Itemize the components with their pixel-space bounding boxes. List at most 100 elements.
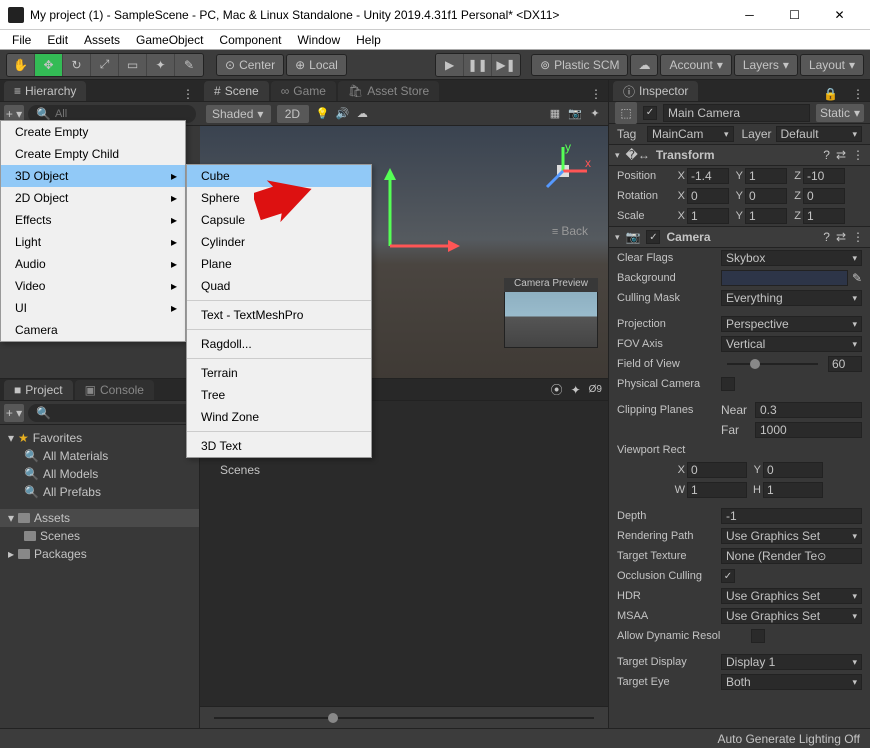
- tab-inspector[interactable]: ⓘ Inspector: [613, 81, 698, 101]
- dynres-checkbox[interactable]: [751, 629, 765, 643]
- tag-dropdown[interactable]: MainCam: [647, 126, 734, 142]
- fov-axis-dropdown[interactable]: Vertical: [721, 336, 862, 352]
- tool-scale[interactable]: ⤢: [91, 54, 119, 76]
- ctx-item-capsule[interactable]: Capsule: [187, 209, 371, 231]
- maximize-button[interactable]: ☐: [772, 1, 817, 29]
- project-hidden-icon[interactable]: Ø9: [589, 384, 602, 395]
- ctx-item-create-empty-child[interactable]: Create Empty Child: [1, 143, 185, 165]
- tab-asset-store[interactable]: 🛍 Asset Store: [338, 81, 439, 101]
- help-icon[interactable]: ?: [823, 148, 830, 162]
- position-x[interactable]: -1.4: [687, 168, 729, 184]
- project-label-icon[interactable]: ✦: [571, 383, 581, 397]
- gameobject-enabled-checkbox[interactable]: ✓: [643, 106, 657, 120]
- ctx-item-wind-zone[interactable]: Wind Zone: [187, 406, 371, 428]
- tab-scene[interactable]: # Scene: [204, 81, 269, 101]
- favorites-header[interactable]: ▾ ★ Favorites: [0, 429, 199, 447]
- ctx-item-text-textmeshpro[interactable]: Text - TextMeshPro: [187, 304, 371, 326]
- far-clip-field[interactable]: 1000: [755, 422, 862, 438]
- pivot-center-button[interactable]: ⊙ Center: [216, 54, 284, 76]
- ctx-item-audio[interactable]: Audio▸: [1, 253, 185, 275]
- rendering-path-dropdown[interactable]: Use Graphics Set: [721, 528, 862, 544]
- camera-icon[interactable]: 📷: [568, 107, 582, 121]
- culling-mask-dropdown[interactable]: Everything: [721, 290, 862, 306]
- occlusion-checkbox[interactable]: ✓: [721, 569, 735, 583]
- layers-dropdown[interactable]: Layers ▾: [734, 54, 798, 76]
- eyedropper-icon[interactable]: ✎: [852, 271, 862, 285]
- minimize-button[interactable]: ─: [727, 1, 772, 29]
- ctx-item-effects[interactable]: Effects▸: [1, 209, 185, 231]
- menu-assets[interactable]: Assets: [76, 31, 128, 49]
- project-zoom-slider[interactable]: [214, 717, 594, 719]
- rotation-z[interactable]: 0: [803, 188, 845, 204]
- projection-dropdown[interactable]: Perspective: [721, 316, 862, 332]
- layout-dropdown[interactable]: Layout ▾: [800, 54, 864, 76]
- ctx-item-video[interactable]: Video▸: [1, 275, 185, 297]
- close-button[interactable]: ✕: [817, 1, 862, 29]
- scale-y[interactable]: 1: [745, 208, 787, 224]
- ctx-item-ragdoll-[interactable]: Ragdoll...: [187, 333, 371, 355]
- project-search-input[interactable]: [55, 407, 188, 419]
- tool-custom[interactable]: ✎: [175, 54, 203, 76]
- component-options-icon[interactable]: ⋮: [852, 230, 864, 244]
- clear-flags-dropdown[interactable]: Skybox: [721, 250, 862, 266]
- layer-dropdown[interactable]: Default: [776, 126, 863, 142]
- fov-field[interactable]: 60: [828, 356, 862, 372]
- position-z[interactable]: -10: [803, 168, 845, 184]
- grid-icon[interactable]: ▦: [548, 107, 562, 121]
- viewport-y[interactable]: 0: [763, 462, 823, 478]
- tab-console[interactable]: ▣ Console: [75, 380, 154, 400]
- pivot-local-button[interactable]: ⊕ Local: [286, 54, 347, 76]
- 2d-toggle[interactable]: 2D: [277, 105, 309, 123]
- target-eye-dropdown[interactable]: Both: [721, 674, 862, 690]
- menu-help[interactable]: Help: [348, 31, 389, 49]
- account-dropdown[interactable]: Account ▾: [660, 54, 731, 76]
- ctx-item-light[interactable]: Light▸: [1, 231, 185, 253]
- viewport-x[interactable]: 0: [687, 462, 747, 478]
- preset-icon[interactable]: ⇄: [836, 148, 846, 162]
- tool-hand[interactable]: ✋: [7, 54, 35, 76]
- fov-slider[interactable]: [727, 363, 818, 365]
- ctx-item-2d-object[interactable]: 2D Object▸: [1, 187, 185, 209]
- assets-scenes[interactable]: Scenes: [0, 527, 199, 545]
- hierarchy-options-icon[interactable]: ⋮: [176, 87, 200, 101]
- step-button[interactable]: ▶❚: [492, 54, 520, 76]
- camera-enabled-checkbox[interactable]: ✓: [646, 230, 660, 244]
- scale-x[interactable]: 1: [687, 208, 729, 224]
- hdr-dropdown[interactable]: Use Graphics Set: [721, 588, 862, 604]
- hierarchy-search-input[interactable]: [55, 108, 188, 120]
- menu-component[interactable]: Component: [211, 31, 289, 49]
- scene-options-icon[interactable]: ⋮: [584, 87, 608, 101]
- camera-header[interactable]: ▾📷 ✓ Camera ? ⇄ ⋮: [609, 226, 870, 248]
- tab-game[interactable]: ∞ Game: [271, 81, 336, 101]
- menu-file[interactable]: File: [4, 31, 39, 49]
- gizmos-icon[interactable]: ✦: [588, 107, 602, 121]
- near-clip-field[interactable]: 0.3: [755, 402, 862, 418]
- preset-icon[interactable]: ⇄: [836, 230, 846, 244]
- menu-gameobject[interactable]: GameObject: [128, 31, 211, 49]
- shading-dropdown[interactable]: Shaded ▾: [206, 105, 271, 123]
- tool-transform[interactable]: ✦: [147, 54, 175, 76]
- move-gizmo[interactable]: [370, 166, 460, 256]
- audio-icon[interactable]: 🔊: [335, 107, 349, 121]
- ctx-item-3d-object[interactable]: 3D Object▸: [1, 165, 185, 187]
- ctx-item-create-empty[interactable]: Create Empty: [1, 121, 185, 143]
- ctx-item-tree[interactable]: Tree: [187, 384, 371, 406]
- viewport-h[interactable]: 1: [763, 482, 823, 498]
- transform-header[interactable]: ▾�↔ Transform ? ⇄ ⋮: [609, 144, 870, 166]
- target-texture-field[interactable]: None (Render Te ⊙: [721, 548, 862, 564]
- gameobject-name-field[interactable]: Main Camera: [663, 104, 810, 122]
- background-color[interactable]: [721, 270, 848, 286]
- inspector-lock-icon[interactable]: 🔒: [817, 87, 844, 101]
- rotation-x[interactable]: 0: [687, 188, 729, 204]
- ctx-item-cylinder[interactable]: Cylinder: [187, 231, 371, 253]
- msaa-dropdown[interactable]: Use Graphics Set: [721, 608, 862, 624]
- play-button[interactable]: ▶: [436, 54, 464, 76]
- tool-rotate[interactable]: ↻: [63, 54, 91, 76]
- physical-camera-checkbox[interactable]: [721, 377, 735, 391]
- project-add-button[interactable]: + ▾: [4, 404, 24, 422]
- scale-z[interactable]: 1: [803, 208, 845, 224]
- fx-icon[interactable]: ☁: [355, 107, 369, 121]
- lighting-icon[interactable]: 💡: [315, 107, 329, 121]
- ctx-item-sphere[interactable]: Sphere: [187, 187, 371, 209]
- tab-project[interactable]: ■ Project: [4, 380, 73, 400]
